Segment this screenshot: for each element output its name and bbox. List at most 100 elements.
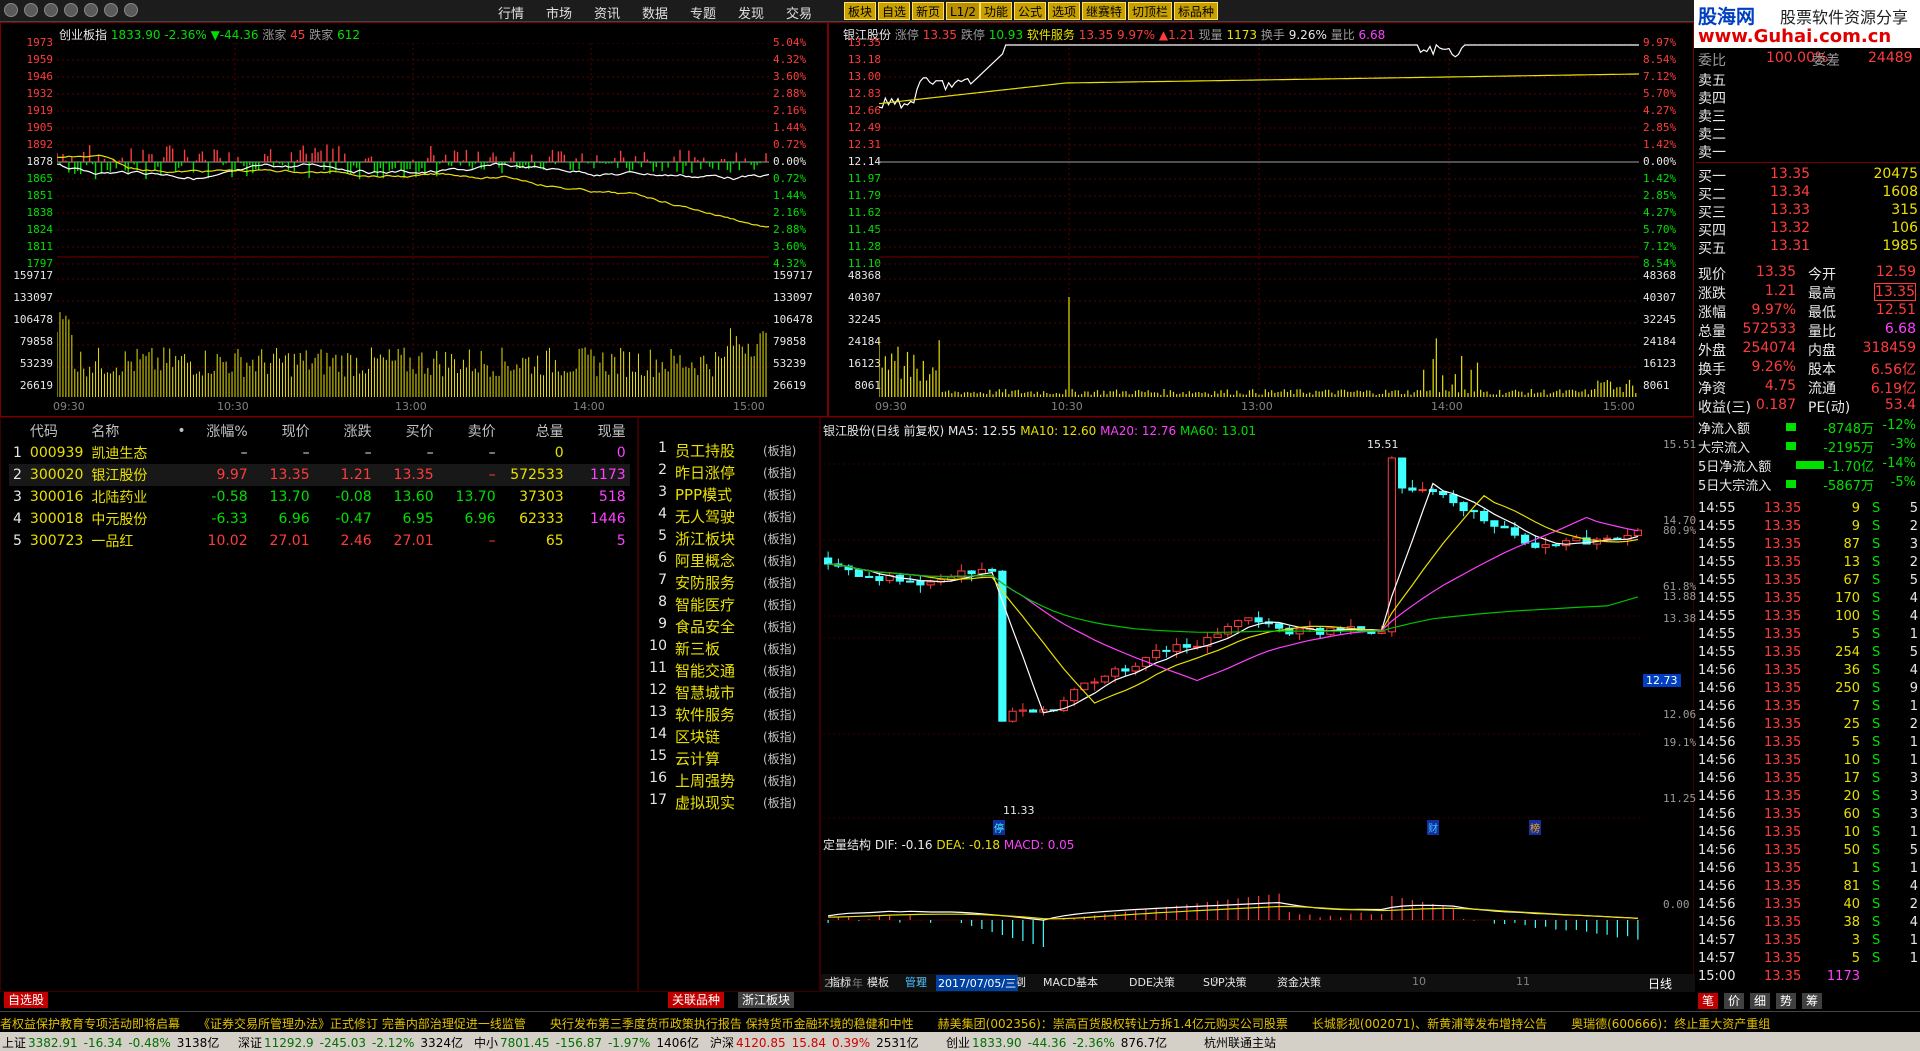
tick-view-tab[interactable]: 筹 bbox=[1802, 993, 1823, 1009]
col-change[interactable]: 涨跌 bbox=[314, 420, 376, 442]
news-text[interactable]: 者权益保护教育专项活动即将启幕 《证券交易所管理办法》正式修订 完善内部治理促进… bbox=[0, 1015, 1770, 1032]
table-row[interactable]: 2 300020 银江股份 9.97 13.35 1.21 13.35 –572533 1173 bbox=[9, 464, 630, 486]
toolbar-watchlist-button[interactable]: 自选 bbox=[878, 2, 911, 20]
col-ask[interactable]: 卖价 bbox=[438, 420, 500, 442]
pct-axis-label: 2.16% bbox=[773, 206, 807, 219]
ask-level-row[interactable]: 卖四 bbox=[1696, 88, 1920, 107]
toolbar-formula-button[interactable]: 公式 bbox=[1014, 2, 1047, 20]
event-mark-icon[interactable]: 财 bbox=[1427, 820, 1439, 835]
tick-time: 14:56 bbox=[1698, 915, 1736, 930]
toolbar-mark-button[interactable]: 标品种 bbox=[1174, 2, 1219, 20]
tick-view-tab[interactable]: 价 bbox=[1724, 993, 1745, 1009]
table-row[interactable]: 1 000939 凯迪生态 – – – – – 0 0 bbox=[9, 442, 630, 464]
bid-level-row[interactable]: 买一 13.35 20475 bbox=[1696, 166, 1920, 185]
col-code[interactable]: 代码 bbox=[26, 420, 87, 442]
toolbar-l12-button[interactable]: L1/2 bbox=[946, 2, 980, 20]
tick-view-tab[interactable]: 势 bbox=[1776, 993, 1797, 1009]
col-price[interactable]: 现价 bbox=[252, 420, 314, 442]
fund-flow-row: 大宗流入 -2195万 -3% bbox=[1696, 437, 1920, 456]
index-status-item[interactable]: 中小 7801.45 -156.87 -1.97% 1406亿 bbox=[474, 1034, 699, 1051]
col-name[interactable]: 名称 bbox=[87, 420, 173, 442]
table-row[interactable]: 3 300016 北陆药业 -0.58 13.70 -0.08 13.60 13.70 3730… bbox=[9, 486, 630, 508]
ma60-label: MA60: 13.01 bbox=[1180, 424, 1257, 438]
app-logo-icon[interactable] bbox=[4, 3, 18, 17]
kline-date-label: 2017/07/05/三 bbox=[936, 975, 1019, 991]
toolbar-toggle-top-button[interactable]: 切顶栏 bbox=[1128, 2, 1173, 20]
col-volume[interactable]: 总量 bbox=[500, 420, 568, 442]
server-name[interactable]: 杭州联通主站 bbox=[1204, 1034, 1276, 1051]
window-button-icon[interactable] bbox=[24, 3, 38, 17]
event-mark-icon[interactable]: 榜 bbox=[1529, 820, 1541, 835]
price-axis-label: 11.79 bbox=[847, 189, 881, 202]
stock-price: 13.35 bbox=[1078, 28, 1114, 42]
index-intraday-panel[interactable]: 创业板指 1833.90 -2.36% ▼-44.36 涨家 45 跌家 612… bbox=[0, 22, 828, 417]
tab-watchlist[interactable]: 自选股 bbox=[4, 992, 49, 1008]
bid-level-row[interactable]: 买四 13.32 106 bbox=[1696, 220, 1920, 239]
window-button-icon[interactable] bbox=[124, 3, 138, 17]
col-cur-vol[interactable]: 现量 bbox=[568, 420, 630, 442]
tick-time: 14:56 bbox=[1698, 897, 1736, 912]
volume-axis-label: 106478 bbox=[13, 313, 53, 326]
bid-level-volume: 315 bbox=[1891, 202, 1918, 218]
menu-topics[interactable]: 专题 bbox=[690, 3, 716, 22]
row-dot bbox=[173, 442, 189, 464]
tick-volume: 20 bbox=[1843, 789, 1860, 804]
stat-value: 13.35 bbox=[1873, 283, 1916, 301]
trade-tick-row: 14:56 13.35 81 S 4 bbox=[1696, 878, 1920, 896]
index-chart-canvas[interactable] bbox=[57, 43, 769, 418]
row-dot bbox=[173, 486, 189, 508]
tab-related[interactable]: 关联品种 bbox=[668, 992, 725, 1008]
window-button-icon[interactable] bbox=[64, 3, 78, 17]
tick-view-tab[interactable]: 笔 bbox=[1698, 993, 1719, 1009]
table-row[interactable]: 4 300018 中元股份 -6.33 6.96 -0.47 6.95 6.96 62333 14… bbox=[9, 508, 630, 530]
candle-body bbox=[1111, 668, 1120, 677]
status-index-amount: 3324亿 bbox=[420, 1036, 463, 1050]
toolbar-function-button[interactable]: 功能 bbox=[980, 2, 1013, 20]
menu-market-quotes[interactable]: 行情 bbox=[498, 3, 524, 22]
stock-chart-canvas[interactable] bbox=[879, 43, 1639, 418]
ask-level-row[interactable]: 卖五 bbox=[1696, 70, 1920, 89]
ask-level-row[interactable]: 卖一 bbox=[1696, 142, 1920, 161]
menu-data[interactable]: 数据 bbox=[642, 3, 668, 22]
toolbar-newpage-button[interactable]: 新页 bbox=[912, 2, 945, 20]
toolbar-plate-button[interactable]: 板块 bbox=[844, 2, 877, 20]
col-bid[interactable]: 买价 bbox=[376, 420, 438, 442]
price-axis-label: 12.14 bbox=[847, 155, 881, 168]
table-row[interactable]: 5 300723 一品红 10.02 27.01 2.46 27.01 – 65 5 bbox=[9, 530, 630, 552]
bid-level-row[interactable]: 买二 13.34 1608 bbox=[1696, 184, 1920, 203]
bid-level-row[interactable]: 买五 13.31 1985 bbox=[1696, 238, 1920, 257]
kline-canvas[interactable] bbox=[823, 438, 1643, 838]
stock-sector[interactable]: 软件服务 bbox=[1027, 28, 1075, 42]
stock-intraday-panel[interactable]: 银江股份 涨停 13.35 跌停 10.93 软件服务 13.35 9.97% … bbox=[828, 22, 1694, 417]
price-axis-label: 1959 bbox=[26, 53, 54, 66]
menu-news[interactable]: 资讯 bbox=[594, 3, 620, 22]
menu-trade[interactable]: 交易 bbox=[786, 3, 812, 22]
status-index-name: 深证 bbox=[238, 1036, 263, 1050]
ask-level-row[interactable]: 卖二 bbox=[1696, 124, 1920, 143]
col-pct[interactable]: 涨幅% bbox=[190, 420, 252, 442]
ask-level-row[interactable]: 卖三 bbox=[1696, 106, 1920, 125]
tick-time: 14:55 bbox=[1698, 537, 1736, 552]
index-status-item[interactable]: 深证 11292.9 -245.03 -2.12% 3324亿 bbox=[238, 1034, 463, 1051]
menu-discover[interactable]: 发现 bbox=[738, 3, 764, 22]
menu-market[interactable]: 市场 bbox=[546, 3, 572, 22]
index-status-item[interactable]: 创业 1833.90 -44.36 -2.36% 876.7亿 bbox=[946, 1034, 1167, 1051]
tick-view-tab[interactable]: 细 bbox=[1750, 993, 1771, 1009]
period-selector[interactable]: 日线 bbox=[1648, 975, 1672, 992]
window-button-icon[interactable] bbox=[44, 3, 58, 17]
bid-level-row[interactable]: 买三 13.33 315 bbox=[1696, 202, 1920, 221]
window-button-icon[interactable] bbox=[104, 3, 118, 17]
tab-zhejiang-plate[interactable]: 浙江板块 bbox=[738, 992, 795, 1008]
tick-price: 13.35 bbox=[1764, 753, 1802, 768]
event-mark-icon[interactable]: 停 bbox=[993, 820, 1005, 835]
tick-price: 13.35 bbox=[1764, 663, 1802, 678]
price-axis-label: 1865 bbox=[26, 172, 54, 185]
window-button-icon[interactable] bbox=[84, 3, 98, 17]
macd-canvas[interactable] bbox=[823, 850, 1643, 970]
toolbar-special-button[interactable]: 继赛特 bbox=[1082, 2, 1127, 20]
index-status-item[interactable]: 上证 3382.91 -16.34 -0.48% 3138亿 bbox=[2, 1034, 219, 1051]
toolbar-options-button[interactable]: 选项 bbox=[1048, 2, 1081, 20]
kline-panel[interactable]: 银江股份(日线 前复权) MA5: 12.55 MA10: 12.60 MA20… bbox=[820, 417, 1696, 992]
news-ticker[interactable]: 者权益保护教育专项活动即将启幕 《证券交易所管理办法》正式修订 完善内部治理促进… bbox=[0, 1011, 1920, 1032]
index-status-item[interactable]: 沪深 4120.85 15.84 0.39% 2531亿 bbox=[710, 1034, 919, 1051]
